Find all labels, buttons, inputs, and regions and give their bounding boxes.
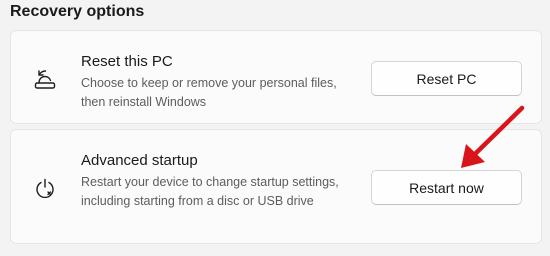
- reset-pc-card: Reset this PC Choose to keep or remove y…: [10, 30, 542, 124]
- reset-pc-title: Reset this PC: [81, 53, 173, 70]
- advanced-startup-title: Advanced startup: [81, 152, 198, 169]
- advanced-startup-card: Advanced startup Restart your device to …: [10, 129, 542, 244]
- reset-pc-icon: [33, 67, 57, 91]
- reset-pc-button[interactable]: Reset PC: [371, 61, 522, 96]
- restart-now-button[interactable]: Restart now: [371, 170, 522, 205]
- reset-pc-description: Choose to keep or remove your personal f…: [81, 76, 337, 109]
- advanced-startup-description: Restart your device to change startup se…: [81, 175, 339, 208]
- advanced-startup-icon: [33, 177, 57, 201]
- section-title: Recovery options: [10, 3, 145, 20]
